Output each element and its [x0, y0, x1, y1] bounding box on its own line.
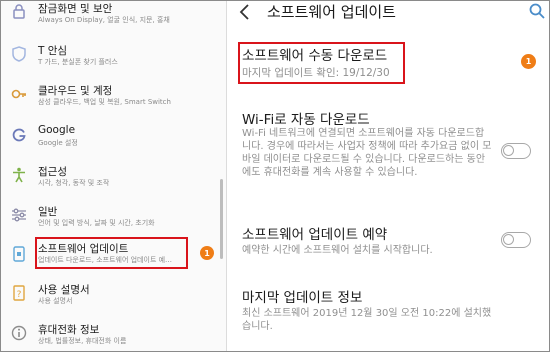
- sidebar-item-google[interactable]: Google Google 설정: [1, 120, 226, 160]
- google-icon: [10, 126, 28, 144]
- info-icon: [10, 324, 28, 342]
- software-update-panel: 소프트웨어 업데이트 소프트웨어 수동 다운로드 마지막 업데이트 확인: 19…: [228, 1, 549, 351]
- sidebar-item-lock-screen[interactable]: 잠금화면 및 보안 Always On Display, 얼굴 인식, 지문, …: [1, 1, 226, 38]
- sidebar-item-label: 휴대전화 정보: [38, 324, 100, 336]
- lock-icon: [10, 2, 28, 20]
- sidebar-item-user-manual[interactable]: ? 사용 설명서 사용 설명서: [1, 278, 226, 318]
- last-update-info-description: 최신 소프트웨어 2019년 12월 30일 오전 10:22에 설치했습니다.: [242, 308, 492, 332]
- sidebar-item-cloud-accounts[interactable]: 클라우드 및 계정 삼성 클라우드, 백업 및 복원, Smart Switch: [1, 79, 226, 119]
- key-icon: [10, 85, 28, 103]
- schedule-update-toggle[interactable]: [501, 232, 531, 248]
- toggle-knob: [503, 145, 514, 156]
- wifi-auto-download-toggle[interactable]: [501, 143, 531, 159]
- sidebar-item-subtitle: 삼성 클라우드, 백업 및 복원, Smart Switch: [38, 98, 171, 106]
- sidebar-item-subtitle: 사용 설명서: [38, 297, 73, 305]
- schedule-update-description: 예약한 시간에 소프트웨어 설치를 시작합니다.: [242, 245, 433, 256]
- schedule-update-title: 소프트웨어 업데이트 예약: [242, 227, 388, 243]
- wifi-auto-download-title: Wi-Fi로 자동 다운로드: [242, 112, 370, 128]
- sidebar-item-subtitle: 상태, 법률정보, 휴대전화 이름: [38, 337, 127, 345]
- scrollbar[interactable]: [220, 179, 223, 259]
- highlight-box: [35, 237, 188, 269]
- sidebar-item-subtitle: Always On Display, 얼굴 인식, 지문, 홍채: [38, 16, 170, 24]
- sidebar-item-subtitle: Google 설정: [38, 139, 78, 147]
- search-icon[interactable]: [529, 3, 545, 19]
- sidebar-item-subtitle: 시각, 청각, 동작 및 조작: [38, 179, 110, 187]
- update-badge: 1: [200, 246, 214, 260]
- software-update-icon: [10, 245, 28, 263]
- page-title: 소프트웨어 업데이트: [267, 3, 396, 21]
- svg-text:?: ?: [17, 290, 22, 300]
- accessibility-icon: [10, 166, 28, 184]
- sidebar-item-label: 일반: [38, 206, 58, 218]
- sliders-icon: [10, 206, 28, 224]
- sidebar-item-label: Google: [38, 124, 76, 136]
- sidebar-item-label: T 안심: [38, 45, 68, 57]
- shield-icon: [10, 45, 28, 63]
- toggle-knob: [503, 234, 514, 245]
- sidebar-item-accessibility[interactable]: 접근성 시각, 청각, 동작 및 조작: [1, 160, 226, 200]
- back-arrow-icon[interactable]: [238, 3, 252, 21]
- sidebar-item-label: 클라우드 및 계정: [38, 85, 113, 97]
- sidebar-item-general[interactable]: 일반 언어 및 입력 방식, 날짜 및 시간, 초기화: [1, 200, 226, 240]
- wifi-auto-download-description: Wi-Fi 네트워크에 연결되면 소프트웨어를 자동 다운로드합니다. 경우에 …: [242, 128, 492, 178]
- sidebar-item-label: 잠금화면 및 보안: [38, 3, 113, 15]
- sidebar-item-label: 접근성: [38, 166, 67, 178]
- manual-icon: ?: [10, 284, 28, 302]
- sidebar-item-phone-info[interactable]: 휴대전화 정보 상태, 법률정보, 휴대전화 이름: [1, 318, 226, 351]
- last-update-info-title: 마지막 업데이트 정보: [242, 290, 363, 306]
- sidebar-item-t-safety[interactable]: T 안심 T 가드, 분실폰 찾기 플러스: [1, 39, 226, 79]
- sidebar-item-subtitle: T 가드, 분실폰 찾기 플러스: [38, 58, 118, 66]
- settings-list-panel: 잠금화면 및 보안 Always On Display, 얼굴 인식, 지문, …: [1, 1, 227, 351]
- highlight-box: [238, 42, 405, 84]
- update-badge: 1: [521, 54, 536, 69]
- sidebar-item-label: 사용 설명서: [38, 284, 90, 296]
- sidebar-item-subtitle: 언어 및 입력 방식, 날짜 및 시간, 초기화: [38, 219, 155, 227]
